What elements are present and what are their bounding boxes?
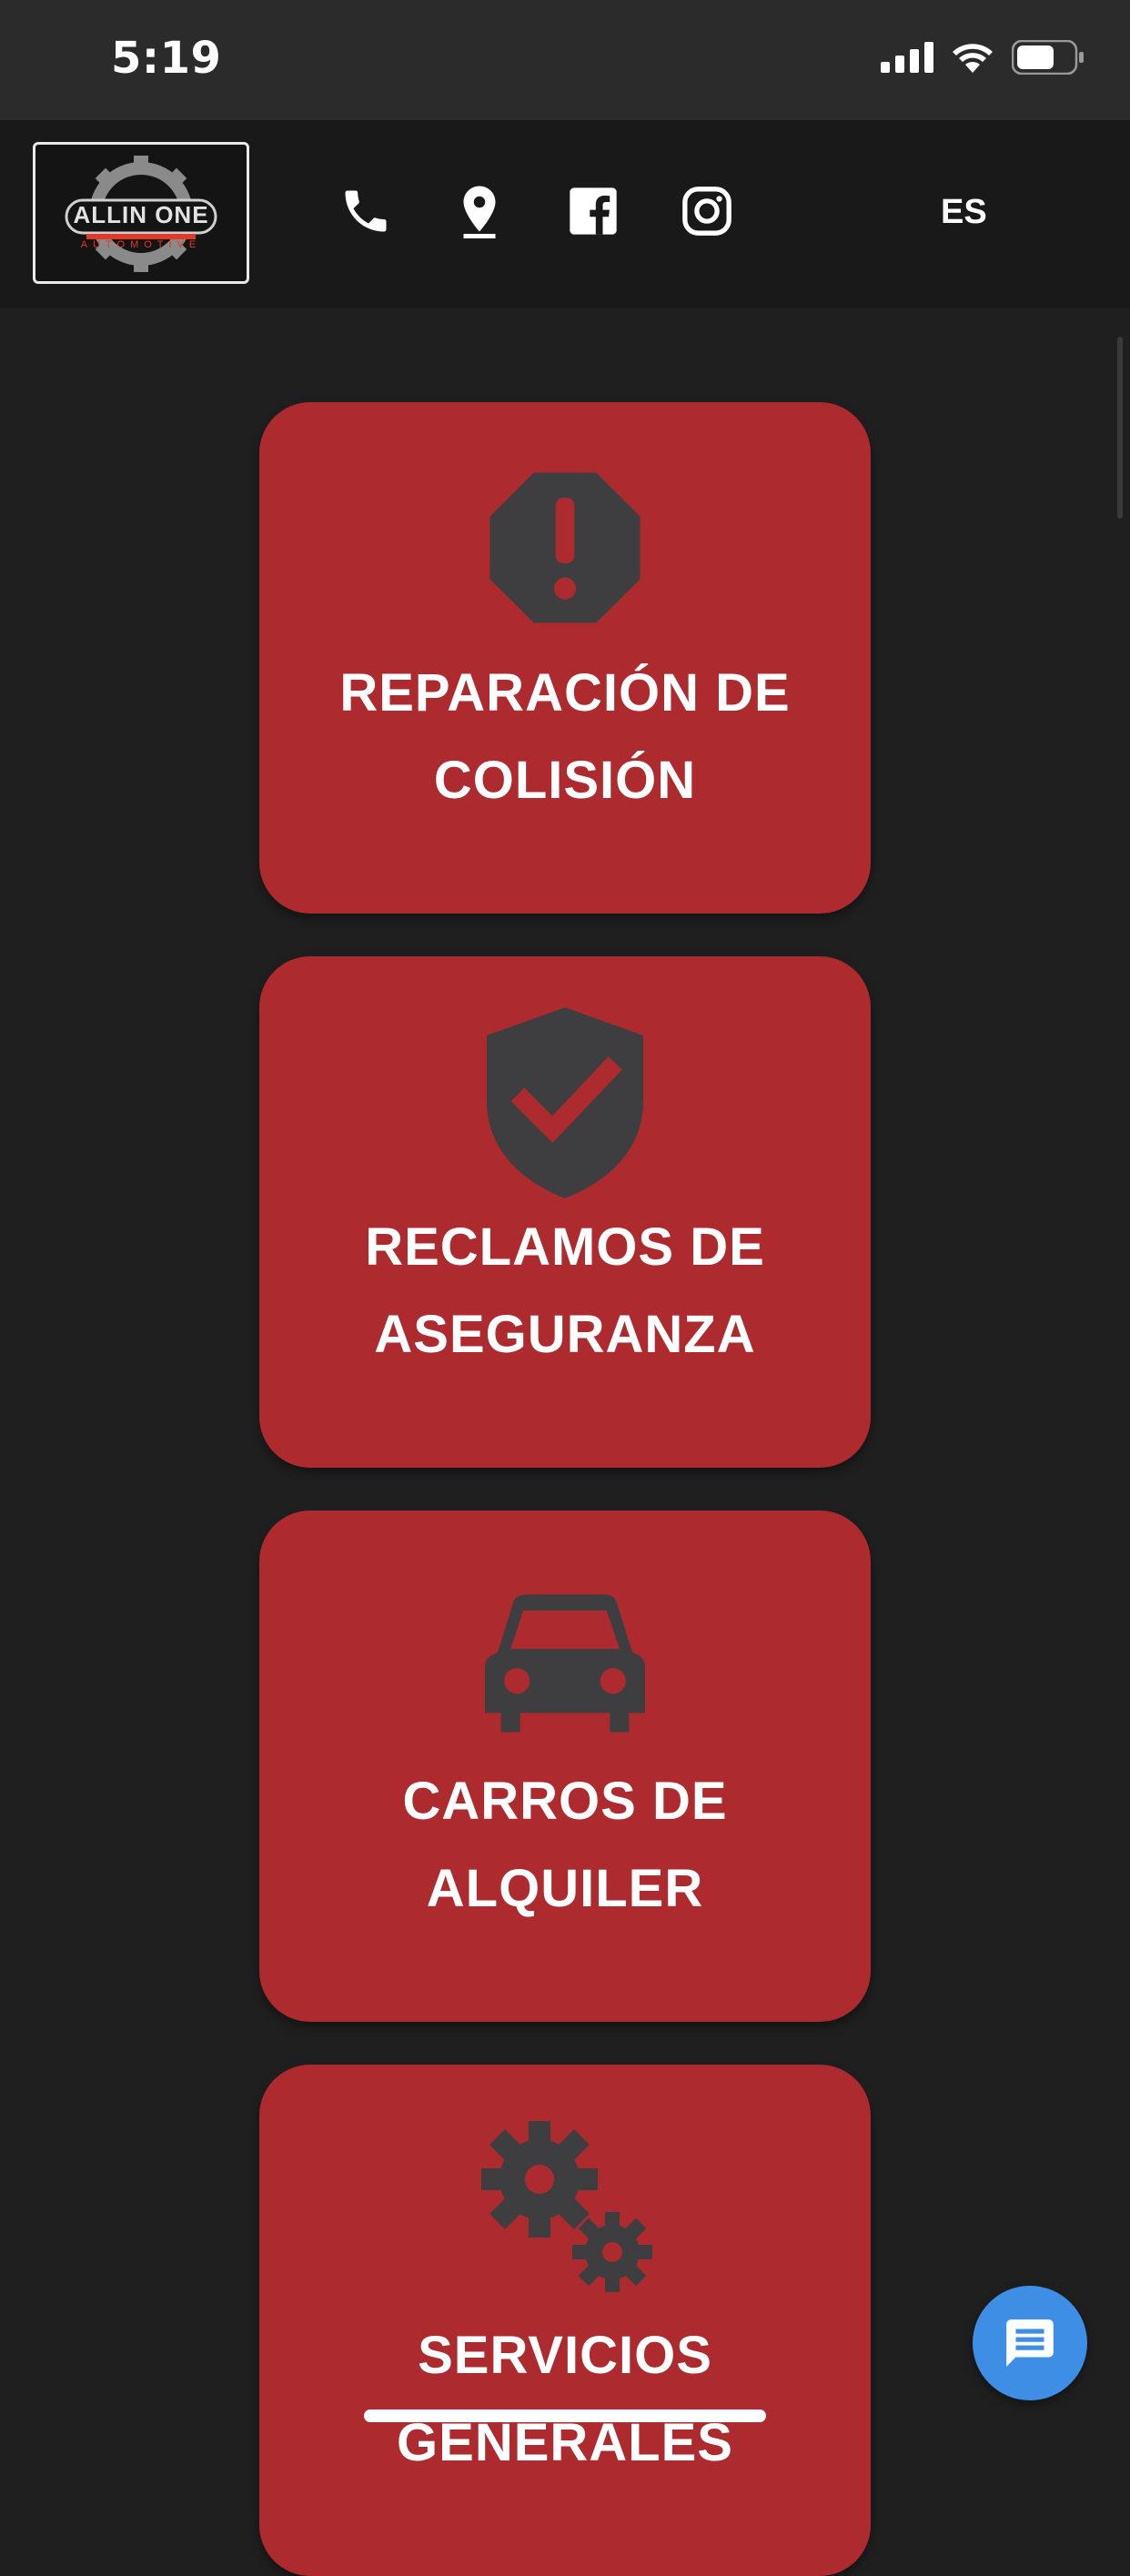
warning-octagon-icon (489, 472, 641, 623)
language-selector[interactable]: ES (941, 193, 987, 232)
chat-button[interactable] (973, 2286, 1087, 2400)
page-scrollbar[interactable] (1117, 337, 1123, 519)
car-icon (485, 1594, 645, 1732)
card-title: CARROS DE ALQUILER (402, 1772, 728, 1918)
home-indicator[interactable] (364, 2409, 766, 2422)
card-icon-wrapper (259, 2121, 871, 2298)
service-card-collision-repair[interactable]: REPARACIÓN DE COLISIÓN (259, 402, 871, 914)
service-card-rental-cars[interactable]: CARROS DE ALQUILER (259, 1510, 871, 2022)
location-pin-icon[interactable] (452, 184, 507, 238)
card-title: SERVICIOS GENERALES (397, 2326, 733, 2472)
logo-text: ALLIN ONE (73, 201, 209, 228)
card-icon-wrapper (259, 1007, 871, 1198)
logo-subtext: AUTOMOTIVE (80, 239, 202, 250)
status-icons (881, 40, 1085, 75)
service-card-general-services[interactable]: SERVICIOS GENERALES (259, 2065, 871, 2576)
status-bar: 5:19 (0, 0, 1130, 120)
battery-icon (1012, 40, 1084, 75)
gears-icon (481, 2121, 652, 2292)
instagram-icon[interactable] (680, 184, 734, 238)
signal-icon (881, 42, 933, 73)
card-icon-wrapper (259, 470, 871, 626)
card-icon-wrapper (259, 1594, 871, 1732)
service-card-insurance-claims[interactable]: RECLAMOS DE ASEGURANZA (259, 956, 871, 1468)
wifi-icon (953, 44, 993, 73)
site-header: ALLIN ONE AUTOMOTIVE ES (0, 120, 1130, 308)
logo[interactable]: ALLIN ONE AUTOMOTIVE (33, 142, 249, 284)
shield-check-icon (487, 1007, 643, 1198)
facebook-icon[interactable] (566, 184, 620, 238)
status-time: 5:19 (111, 33, 222, 84)
card-title: RECLAMOS DE ASEGURANZA (365, 1217, 765, 1364)
header-icons (338, 184, 734, 238)
chat-bubble-icon (1006, 2319, 1054, 2367)
phone-icon[interactable] (338, 184, 393, 238)
card-title: REPARACIÓN DE COLISIÓN (339, 663, 791, 810)
